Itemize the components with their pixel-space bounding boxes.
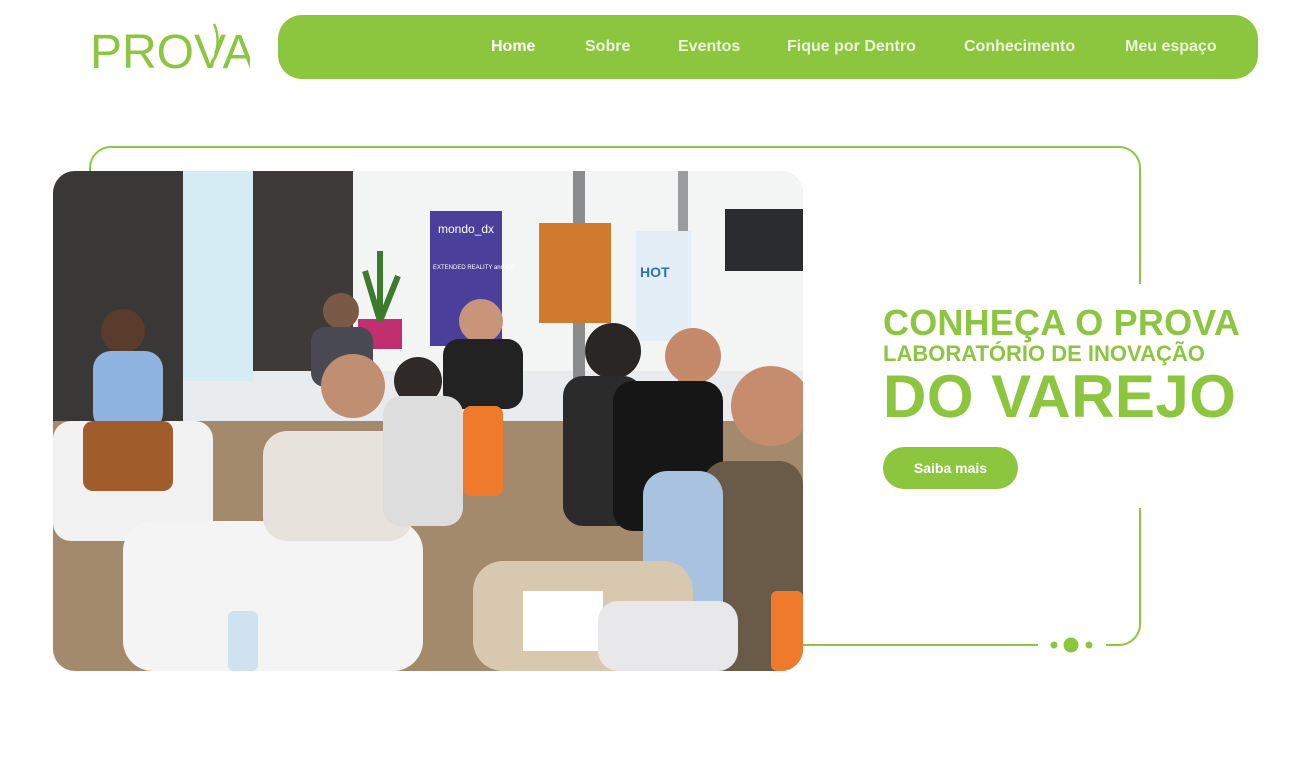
logo-text: PROVA [90, 26, 250, 74]
saiba-mais-button[interactable]: Saiba mais [883, 447, 1018, 489]
main-navbar: Home Sobre Eventos Fique por Dentro Conh… [278, 15, 1258, 79]
slider-dots-icon[interactable] [1048, 636, 1096, 654]
nav-conhecimento[interactable]: Conhecimento [964, 15, 1075, 79]
banner-text: HOT [640, 264, 670, 280]
banner-text: EXTENDED REALITY and IOT [433, 265, 516, 271]
hero-image: mondo_dx EXTENDED REALITY and IOT HOT [53, 171, 803, 671]
nav-fique-por-dentro[interactable]: Fique por Dentro [787, 15, 916, 79]
nav-sobre[interactable]: Sobre [585, 15, 630, 79]
banner-text: mondo_dx [438, 222, 494, 236]
nav-meu-espaco[interactable]: Meu espaço [1125, 15, 1217, 79]
event-audience-photo-icon: mondo_dx EXTENDED REALITY and IOT HOT [53, 171, 803, 671]
hero-headline-line1: CONHEÇA O PROVA [883, 302, 1241, 343]
prova-logo[interactable]: PROVA [88, 16, 250, 74]
hero-headline-line3: DO VAREJO [883, 363, 1237, 430]
prova-logo-icon: PROVA [90, 16, 250, 74]
nav-home[interactable]: Home [491, 15, 535, 79]
nav-eventos[interactable]: Eventos [678, 15, 740, 79]
